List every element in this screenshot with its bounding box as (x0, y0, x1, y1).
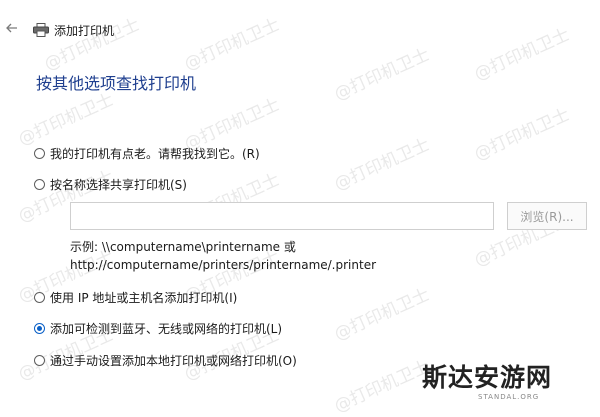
example-text: 示例: \\computername\printername 或 http://… (70, 238, 376, 274)
option-old-printer[interactable]: 我的打印机有点老。请帮我找到它。(R) (34, 145, 260, 162)
radio-button[interactable] (34, 179, 45, 190)
back-arrow-icon (6, 23, 17, 33)
option-label: 我的打印机有点老。请帮我找到它。(R) (50, 147, 260, 161)
radio-button-selected[interactable] (34, 323, 45, 334)
watermark-text: @打印机卫士 (331, 284, 433, 345)
option-label: 通过手动设置添加本地打印机或网络打印机(O) (50, 354, 297, 368)
watermark-text: @打印机卫士 (331, 44, 433, 105)
back-button[interactable] (4, 20, 20, 36)
example-line-2: http://computername/printers/printername… (70, 258, 377, 272)
shared-printer-name-input[interactable] (70, 202, 494, 230)
brand-logo-text: 斯达安游网 (422, 363, 553, 392)
radio-button[interactable] (34, 355, 45, 366)
option-manual-settings[interactable]: 通过手动设置添加本地打印机或网络打印机(O) (34, 352, 297, 369)
radio-button[interactable] (34, 148, 45, 159)
watermark-text: @打印机卫士 (331, 134, 433, 195)
window-title: 添加打印机 (54, 24, 115, 38)
option-label: 按名称选择共享打印机(S) (50, 178, 187, 192)
watermark-text: @打印机卫士 (471, 104, 573, 165)
option-label: 使用 IP 地址或主机名添加打印机(I) (50, 291, 238, 305)
option-bluetooth-wireless-network[interactable]: 添加可检测到蓝牙、无线或网络的打印机(L) (34, 320, 282, 337)
option-shared-printer-by-name[interactable]: 按名称选择共享打印机(S) (34, 176, 187, 193)
page-heading: 按其他选项查找打印机 (36, 74, 197, 93)
watermark-text: @打印机卫士 (15, 89, 117, 150)
radio-button[interactable] (34, 292, 45, 303)
option-label: 添加可检测到蓝牙、无线或网络的打印机(L) (50, 322, 283, 336)
browse-button[interactable]: 浏览(R)... (507, 202, 587, 230)
option-ip-address[interactable]: 使用 IP 地址或主机名添加打印机(I) (34, 289, 237, 306)
title-bar: 添加打印机 (0, 0, 600, 40)
example-line-1: 示例: \\computername\printername 或 (70, 240, 296, 254)
printer-icon (33, 22, 49, 37)
brand-url: STANDAL.ORG (478, 393, 540, 401)
watermark-text: @打印机卫士 (331, 356, 433, 417)
